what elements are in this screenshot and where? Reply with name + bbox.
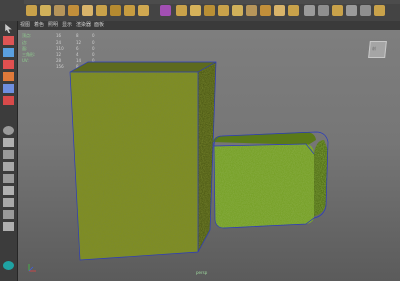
scene-objects[interactable]: [18, 30, 400, 281]
shelf-merge-icon[interactable]: [260, 5, 271, 16]
shelf-extrude-icon[interactable]: [176, 5, 187, 16]
select-tool-icon[interactable]: [5, 24, 12, 33]
shelf-separate-icon[interactable]: [124, 5, 135, 16]
lasso-tool-icon[interactable]: [3, 36, 14, 45]
rotate-tool-icon[interactable]: [3, 72, 14, 81]
paint-select-icon[interactable]: [3, 48, 14, 57]
shelf-checker-icon[interactable]: [318, 5, 329, 16]
scale-tool-icon[interactable]: [3, 84, 14, 93]
shelf-sphere-icon[interactable]: [346, 5, 357, 16]
small-grass-block[interactable]: [213, 131, 329, 229]
menu-show[interactable]: 显示: [62, 21, 72, 30]
shelf-bar: [0, 0, 400, 22]
camera-label: persp: [196, 270, 208, 275]
shelf-cube-icon[interactable]: [40, 5, 51, 16]
menu-view[interactable]: 视图: [20, 21, 30, 30]
shelf-wedge-icon[interactable]: [374, 5, 385, 16]
axis-gizmo: [28, 264, 36, 272]
shelf-cylinder-icon[interactable]: [54, 5, 65, 16]
menu-lighting[interactable]: 照明: [48, 21, 58, 30]
viewport-menubar: 视图 着色 照明 显示 渲染器 面板: [18, 21, 400, 30]
shelf-split-icon[interactable]: [246, 5, 257, 16]
layout-graph-icon[interactable]: [3, 186, 14, 195]
shelf-torus-icon[interactable]: [96, 5, 107, 16]
shelf-polygon-icon[interactable]: [26, 5, 37, 16]
perspective-viewport[interactable]: 顶点: 16 8 0 边: 24 12 0 面: 110 6 0 三角形: 12…: [18, 30, 400, 281]
shelf-cut-icon[interactable]: [332, 5, 343, 16]
shelf-cone-icon[interactable]: [68, 5, 79, 16]
manipulator-icon[interactable]: [3, 96, 14, 105]
move-tool-icon[interactable]: [3, 60, 14, 69]
shelf-mesh-icon[interactable]: [304, 5, 315, 16]
tall-block-top: [70, 62, 216, 72]
layout-uv-icon[interactable]: [3, 210, 14, 219]
shelf-uv-icon[interactable]: [288, 5, 299, 16]
menu-renderer[interactable]: 渲染器: [76, 21, 91, 30]
layout-side-icon[interactable]: [3, 150, 14, 159]
layout-outliner-icon[interactable]: [3, 174, 14, 183]
shelf-append-icon[interactable]: [232, 5, 243, 16]
layout-stack-icon[interactable]: [3, 162, 14, 171]
shelf-combine-icon[interactable]: [110, 5, 121, 16]
menu-panels[interactable]: 面板: [94, 21, 104, 30]
shelf-tabs[interactable]: [24, 0, 400, 4]
layout-render-icon[interactable]: [3, 222, 14, 231]
layout-hypershade-icon[interactable]: [3, 198, 14, 207]
layout-four-icon[interactable]: [3, 138, 14, 147]
shelf-bridge-icon[interactable]: [190, 5, 201, 16]
home-icon[interactable]: [3, 261, 14, 270]
shelf-plane-icon[interactable]: [82, 5, 93, 16]
tall-grass-block[interactable]: [69, 61, 217, 261]
shelf-mirror-icon[interactable]: [274, 5, 285, 16]
menu-shading[interactable]: 着色: [34, 21, 44, 30]
tool-box: [0, 21, 18, 281]
shelf-bevel-icon[interactable]: [204, 5, 215, 16]
shelf-material-icon[interactable]: [160, 5, 171, 16]
shelf-smooth-icon[interactable]: [138, 5, 149, 16]
shelf-grid-icon[interactable]: [360, 5, 371, 16]
shelf-fill-hole-icon[interactable]: [218, 5, 229, 16]
layout-single-icon[interactable]: [3, 126, 14, 135]
